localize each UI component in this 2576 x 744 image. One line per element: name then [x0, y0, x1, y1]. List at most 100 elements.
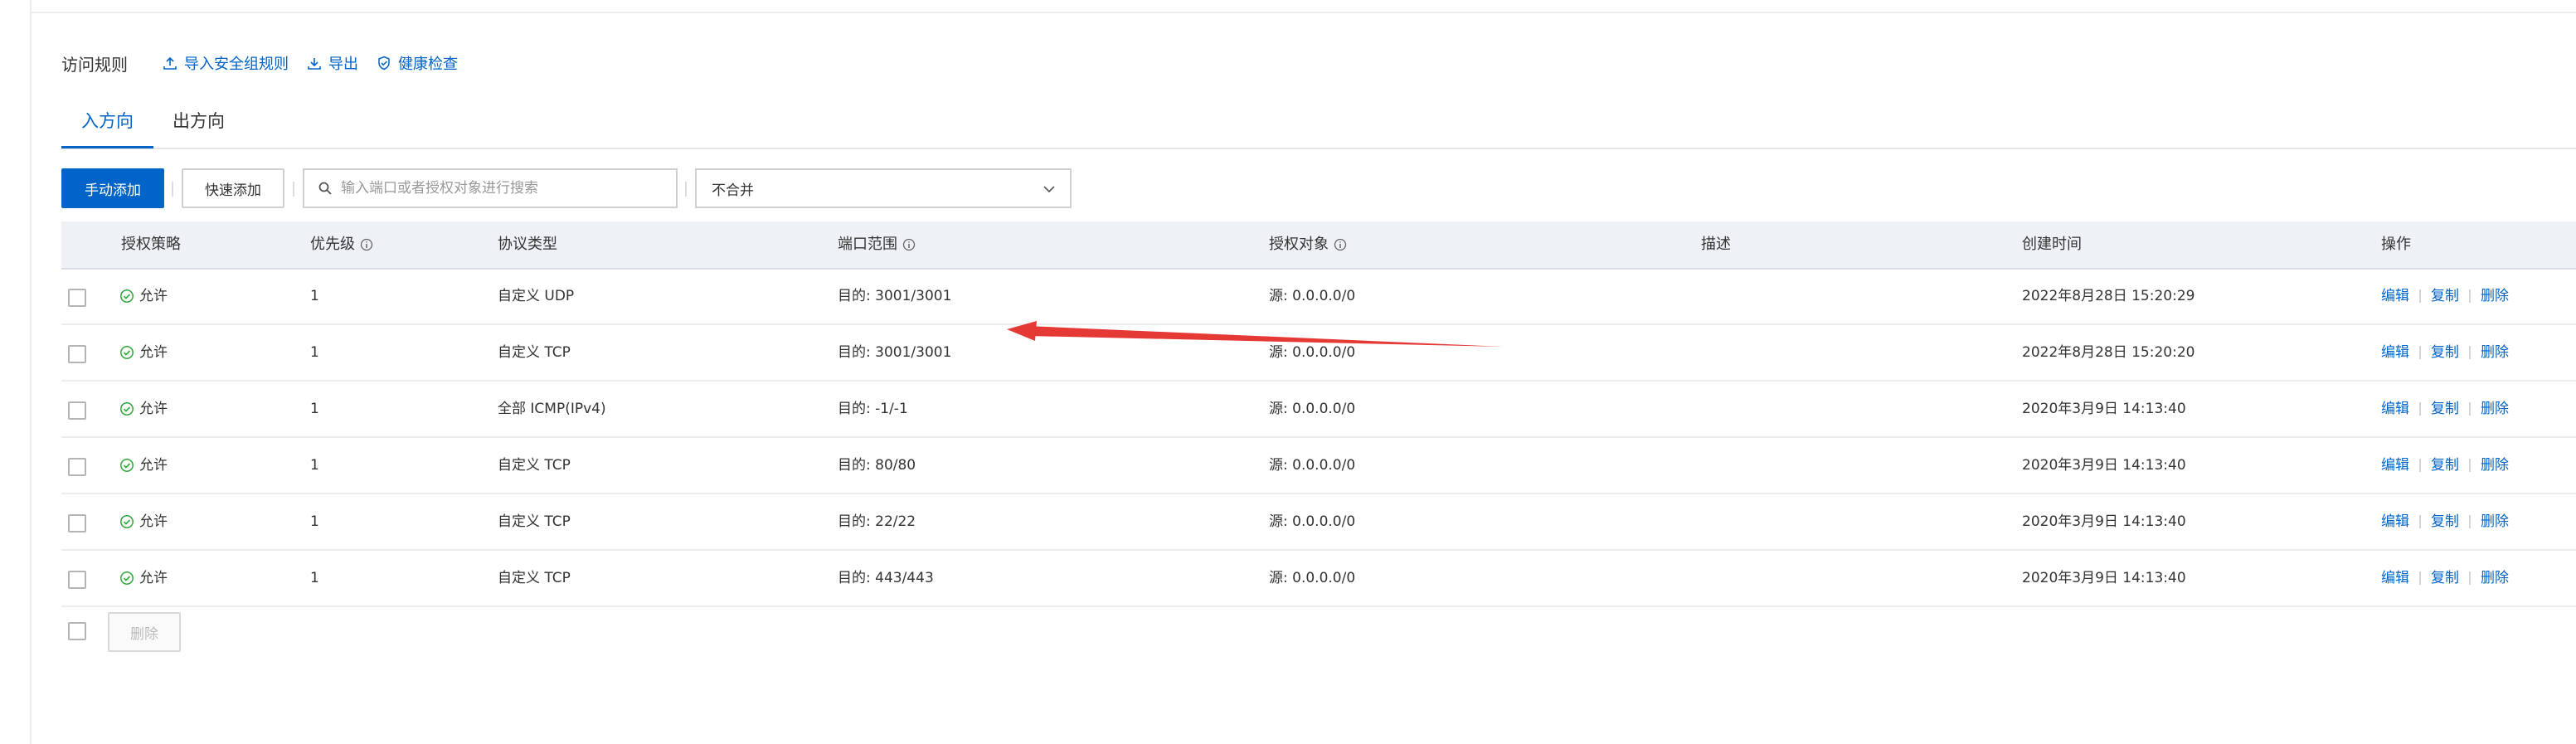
col-protocol: 协议类型	[498, 221, 557, 268]
edit-link[interactable]: 编辑	[2381, 382, 2409, 436]
action-separator	[2419, 571, 2421, 585]
section-title: 访问规则	[61, 54, 128, 75]
copy-link[interactable]: 复制	[2431, 382, 2459, 436]
created-time-cell: 2020年3月9日 14:13:40	[2022, 401, 2186, 417]
created-time-cell: 2022年8月28日 15:20:20	[2022, 344, 2195, 361]
search-input[interactable]	[339, 179, 658, 197]
row-actions: 编辑 复制 删除	[2381, 438, 2509, 493]
row-actions: 编辑 复制 删除	[2381, 382, 2509, 436]
allow-check-icon	[120, 571, 134, 585]
allow-check-icon	[120, 515, 134, 528]
action-separator	[2469, 402, 2471, 416]
copy-link[interactable]: 复制	[2431, 494, 2459, 549]
export-label: 导出	[328, 56, 358, 73]
auth-object-cell: 源: 0.0.0.0/0	[1269, 513, 1356, 530]
import-rules-label: 导入安全组规则	[184, 56, 289, 73]
select-all-checkbox[interactable]	[68, 622, 86, 640]
col-policy-label: 授权策略	[121, 236, 181, 253]
row-checkbox[interactable]	[68, 345, 86, 363]
port-range-cell: 目的: 80/80	[838, 457, 916, 474]
manual-add-button[interactable]: 手动添加	[61, 168, 164, 208]
col-actions: 操作	[2381, 221, 2411, 268]
row-checkbox[interactable]	[68, 571, 86, 589]
row-checkbox[interactable]	[68, 514, 86, 532]
created-time-cell: 2020年3月9日 14:13:40	[2022, 570, 2186, 586]
row-actions: 编辑 复制 删除	[2381, 494, 2509, 549]
col-priority: 优先级	[310, 221, 373, 268]
copy-link[interactable]: 复制	[2431, 551, 2459, 605]
col-description-label: 描述	[1701, 236, 1731, 253]
priority-cell: 1	[310, 457, 319, 474]
edit-link[interactable]: 编辑	[2381, 551, 2409, 605]
edit-link[interactable]: 编辑	[2381, 269, 2409, 323]
toolbar-separator	[685, 182, 687, 197]
table-header: 授权策略 优先级 协议类型 端口范围 授权对象 描述 创建时间 操作	[61, 221, 2576, 270]
top-divider	[32, 12, 2576, 13]
allow-check-icon	[120, 289, 134, 303]
policy-label: 允许	[139, 288, 168, 304]
policy-cell: 允许	[119, 269, 168, 323]
tab-outbound[interactable]: 出方向	[173, 103, 225, 146]
copy-link[interactable]: 复制	[2431, 438, 2459, 493]
delete-link[interactable]: 删除	[2481, 325, 2509, 380]
info-icon[interactable]	[902, 238, 916, 251]
edit-link[interactable]: 编辑	[2381, 494, 2409, 549]
col-created-label: 创建时间	[2022, 236, 2082, 253]
policy-cell: 允许	[119, 382, 168, 436]
direction-tabs: 入方向 出方向	[61, 103, 2576, 149]
col-actions-label: 操作	[2381, 236, 2411, 253]
rules-header: 访问规则 导入安全组规则 导出 健康检查	[61, 48, 476, 78]
protocol-cell: 自定义 UDP	[498, 288, 575, 304]
delete-link[interactable]: 删除	[2481, 438, 2509, 493]
auth-object-cell: 源: 0.0.0.0/0	[1269, 570, 1356, 586]
row-checkbox[interactable]	[68, 458, 86, 476]
row-actions: 编辑 复制 删除	[2381, 551, 2509, 605]
row-checkbox[interactable]	[68, 401, 86, 420]
copy-link[interactable]: 复制	[2431, 325, 2459, 380]
col-created: 创建时间	[2022, 221, 2082, 268]
delete-link[interactable]: 删除	[2481, 382, 2509, 436]
delete-link[interactable]: 删除	[2481, 551, 2509, 605]
allow-check-icon	[120, 346, 134, 359]
quick-add-button[interactable]: 快速添加	[182, 168, 284, 208]
row-checkbox[interactable]	[68, 289, 86, 307]
delete-link[interactable]: 删除	[2481, 494, 2509, 549]
import-rules-link[interactable]: 导入安全组规则	[163, 52, 289, 74]
table-row: 允许 1 自定义 TCP 目的: 443/443 源: 0.0.0.0/0 20…	[61, 551, 2576, 607]
policy-label: 允许	[139, 570, 168, 586]
port-range-cell: 目的: 3001/3001	[838, 344, 952, 361]
merge-select-value: 不合并	[712, 182, 754, 199]
policy-cell: 允许	[119, 325, 168, 380]
tab-inbound[interactable]: 入方向	[61, 103, 153, 148]
merge-select[interactable]: 不合并	[695, 168, 1072, 208]
edit-link[interactable]: 编辑	[2381, 325, 2409, 380]
export-link[interactable]: 导出	[307, 52, 358, 74]
policy-label: 允许	[139, 401, 168, 417]
priority-cell: 1	[310, 344, 319, 361]
protocol-cell: 自定义 TCP	[498, 344, 571, 361]
health-check-link[interactable]: 健康检查	[377, 52, 458, 74]
row-actions: 编辑 复制 删除	[2381, 325, 2509, 380]
action-separator	[2419, 515, 2421, 528]
action-separator	[2419, 346, 2421, 359]
protocol-cell: 全部 ICMP(IPv4)	[498, 401, 606, 417]
auth-object-cell: 源: 0.0.0.0/0	[1269, 288, 1356, 304]
action-separator	[2469, 346, 2471, 359]
col-auth-object: 授权对象	[1269, 221, 1347, 268]
protocol-cell: 自定义 TCP	[498, 457, 571, 474]
allow-check-icon	[120, 402, 134, 416]
batch-delete-button[interactable]: 删除	[108, 612, 181, 652]
port-range-cell: 目的: 3001/3001	[838, 288, 952, 304]
port-range-cell: 目的: 443/443	[838, 570, 934, 586]
copy-link[interactable]: 复制	[2431, 269, 2459, 323]
table-row: 允许 1 自定义 TCP 目的: 22/22 源: 0.0.0.0/0 2020…	[61, 494, 2576, 551]
health-check-label: 健康检查	[398, 56, 458, 73]
priority-cell: 1	[310, 401, 319, 417]
info-icon[interactable]	[360, 238, 373, 251]
policy-label: 允许	[139, 457, 168, 474]
protocol-cell: 自定义 TCP	[498, 513, 571, 530]
edit-link[interactable]: 编辑	[2381, 438, 2409, 493]
policy-cell: 允许	[119, 438, 168, 493]
delete-link[interactable]: 删除	[2481, 269, 2509, 323]
info-icon[interactable]	[1334, 238, 1347, 251]
